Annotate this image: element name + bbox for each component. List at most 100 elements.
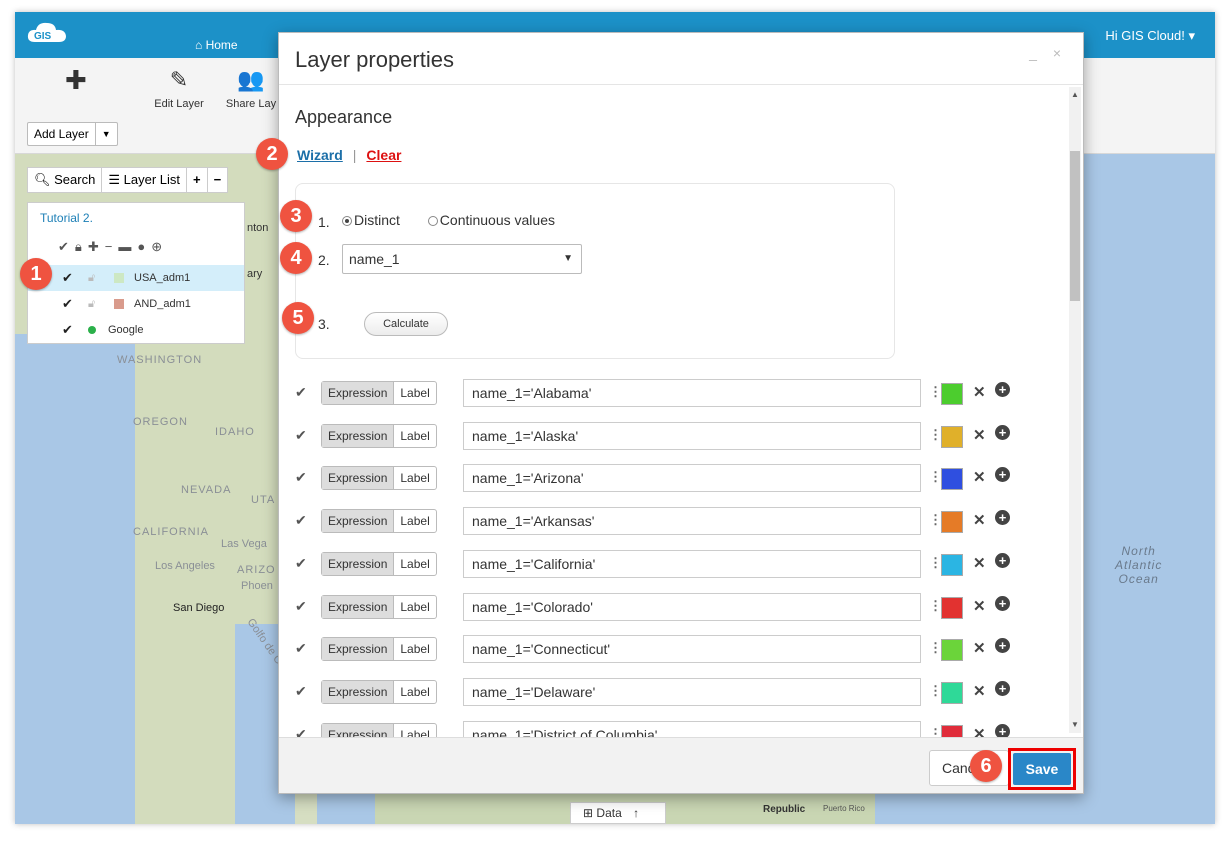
remove-rule-icon[interactable]: ✕ [973, 725, 986, 737]
rule-expression-input[interactable]: name_1='Alabama' [463, 379, 921, 407]
rule-check-icon[interactable]: ✔ [295, 683, 307, 700]
radio-selected-icon[interactable] [342, 216, 352, 226]
add-rule-icon[interactable]: + [995, 424, 1010, 440]
label-tab[interactable]: Label [394, 724, 435, 737]
folder-icon[interactable]: ▬ [118, 239, 137, 254]
rule-mode-toggle[interactable]: Expression Label [321, 679, 437, 704]
remove-rule-icon[interactable]: ✕ [973, 682, 986, 700]
expression-tab[interactable]: Expression [322, 680, 395, 703]
add-rule-icon[interactable]: + [995, 723, 1010, 737]
scroll-thumb[interactable] [1070, 151, 1080, 301]
rule-mode-toggle[interactable]: Expression Label [321, 381, 437, 405]
rule-check-icon[interactable]: ✔ [295, 469, 307, 486]
add-rule-icon[interactable]: + [995, 510, 1010, 526]
layer-row-and-adm1[interactable]: ✔ 🔓︎ AND_adm1 [28, 291, 244, 317]
calculate-button[interactable]: Calculate [364, 312, 448, 336]
expression-tab[interactable]: Expression [322, 552, 395, 575]
label-tab[interactable]: Label [394, 510, 435, 532]
add-rule-icon[interactable]: + [995, 638, 1010, 654]
rule-check-icon[interactable]: ✔ [295, 512, 307, 529]
dialog-scrollbar[interactable]: ▲ ▼ [1069, 87, 1081, 733]
field-select[interactable]: name_1 ▼ [342, 244, 582, 274]
share-layer-button[interactable]: 👥 Share Lay [225, 58, 277, 110]
remove-rule-icon[interactable]: ✕ [973, 639, 986, 657]
user-menu[interactable]: Hi GIS Cloud! ▾ [1105, 28, 1195, 44]
rule-color-swatch[interactable] [941, 468, 963, 491]
rule-expression-input[interactable]: name_1='Arizona' [463, 464, 921, 493]
continuous-option[interactable]: Continuous values [427, 212, 555, 228]
add-layer-tool[interactable]: ✚ [65, 58, 87, 98]
clear-link[interactable]: Clear [366, 147, 401, 163]
label-tab[interactable]: Label [394, 596, 435, 618]
rule-color-swatch[interactable] [941, 681, 963, 704]
expression-tab[interactable]: Expression [322, 510, 395, 533]
layer-row-google[interactable]: ✔ Google [28, 317, 244, 343]
rule-expression-input[interactable]: name_1='Colorado' [463, 592, 921, 621]
rule-check-icon[interactable]: ✔ [295, 598, 307, 615]
home-link[interactable]: ⌂ Home [195, 38, 238, 52]
visibility-check-icon[interactable]: ✔ [62, 291, 73, 317]
remove-rule-icon[interactable]: ✕ [973, 597, 986, 615]
rule-color-swatch[interactable] [941, 724, 963, 737]
rule-expression-input[interactable]: name_1='California' [463, 549, 921, 578]
rule-mode-toggle[interactable]: Expression Label [321, 637, 437, 662]
lock-icon[interactable]: 🔒︎ [75, 239, 88, 254]
add-rule-icon[interactable]: + [995, 552, 1010, 568]
expression-tab[interactable]: Expression [322, 723, 395, 737]
label-tab[interactable]: Label [394, 553, 435, 575]
zoom-icon[interactable]: ⊕ [151, 239, 168, 254]
edit-layer-button[interactable]: ✎ Edit Layer [149, 58, 209, 110]
search-button[interactable]: 🔍︎ Search [28, 168, 103, 192]
dialog-window-controls[interactable]: _ × [1029, 45, 1067, 61]
rule-mode-toggle[interactable]: Expression Label [321, 594, 437, 619]
expression-tab[interactable]: Expression [322, 382, 395, 404]
rule-check-icon[interactable]: ✔ [295, 726, 307, 737]
wizard-link[interactable]: Wizard [297, 147, 343, 163]
rule-check-icon[interactable]: ✔ [295, 384, 307, 401]
zoom-out-button[interactable]: − [208, 168, 228, 192]
add-rule-icon[interactable]: + [995, 467, 1010, 483]
rule-mode-toggle[interactable]: Expression Label [321, 466, 437, 491]
expression-tab[interactable]: Expression [322, 467, 395, 490]
expression-tab[interactable]: Expression [322, 595, 395, 618]
remove-rule-icon[interactable]: ✕ [973, 511, 986, 529]
rule-mode-toggle[interactable]: Expression Label [321, 423, 437, 448]
radio-icon[interactable] [427, 216, 438, 226]
scroll-up-icon[interactable]: ▲ [1069, 89, 1081, 101]
remove-rule-icon[interactable]: ✕ [973, 383, 986, 401]
project-name[interactable]: Tutorial 2. [40, 211, 93, 225]
remove-icon[interactable]: − [105, 239, 119, 254]
user-icon[interactable]: ● [137, 239, 151, 254]
save-button[interactable]: Save [1013, 753, 1071, 785]
label-tab[interactable]: Label [394, 638, 435, 660]
remove-rule-icon[interactable]: ✕ [973, 554, 986, 572]
add-icon[interactable]: ✚ [88, 239, 105, 254]
label-tab[interactable]: Label [394, 382, 435, 404]
rule-check-icon[interactable]: ✔ [295, 640, 307, 657]
visibility-check-icon[interactable]: ✔ [62, 265, 73, 291]
rule-check-icon[interactable]: ✔ [295, 427, 307, 444]
rule-mode-toggle[interactable]: Expression Label [321, 551, 437, 576]
zoom-in-button[interactable]: + [187, 168, 208, 192]
check-icon[interactable]: ✔ [58, 239, 75, 254]
rule-expression-input[interactable]: name_1='District of Columbia' [463, 720, 921, 737]
label-tab[interactable]: Label [394, 681, 435, 703]
label-tab[interactable]: Label [394, 467, 435, 489]
rule-color-swatch[interactable] [941, 511, 963, 534]
add-rule-icon[interactable]: + [995, 680, 1010, 696]
data-tab[interactable]: ⊞ Data ↑ [570, 802, 666, 824]
add-rule-icon[interactable]: + [995, 382, 1010, 397]
add-layer-dropdown[interactable]: Add Layer ▼ [27, 122, 118, 146]
chevron-down-icon[interactable]: ▼ [94, 123, 117, 145]
visibility-check-icon[interactable]: ✔ [62, 317, 73, 343]
rule-color-swatch[interactable] [941, 639, 963, 662]
label-tab[interactable]: Label [394, 425, 435, 447]
rule-mode-toggle[interactable]: Expression Label [321, 722, 437, 737]
remove-rule-icon[interactable]: ✕ [973, 426, 986, 444]
add-rule-icon[interactable]: + [995, 595, 1010, 611]
layer-row-usa-adm1[interactable]: ✔ 🔓︎ USA_adm1 [28, 265, 244, 291]
unlock-icon[interactable]: 🔓︎ [88, 291, 95, 317]
expression-tab[interactable]: Expression [322, 638, 395, 661]
rule-expression-input[interactable]: name_1='Arkansas' [463, 507, 921, 536]
rule-expression-input[interactable]: name_1='Delaware' [463, 677, 921, 706]
